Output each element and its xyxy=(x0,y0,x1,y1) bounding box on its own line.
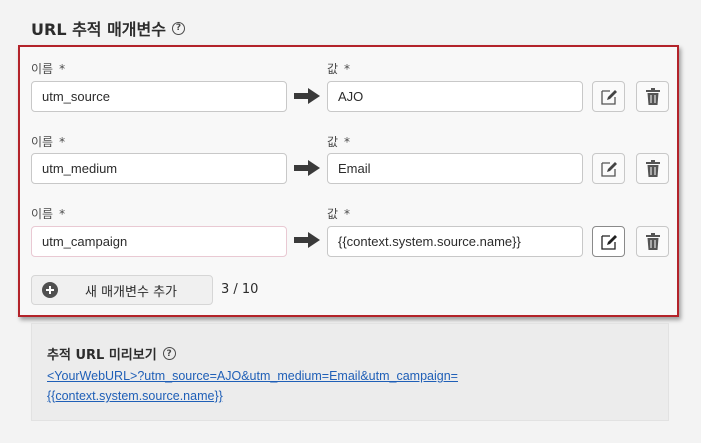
param-value-input-2[interactable]: Email xyxy=(327,153,583,184)
delete-button-1[interactable] xyxy=(636,81,669,112)
value-label-1: 값 * xyxy=(327,62,351,76)
param-value-input-3[interactable]: {{context.system.source.name}} xyxy=(327,226,583,257)
edit-button-2[interactable] xyxy=(592,153,625,184)
param-name-input-1[interactable]: utm_source xyxy=(31,81,287,112)
edit-icon xyxy=(600,161,617,177)
help-icon[interactable]: ? xyxy=(162,347,176,360)
edit-button-3[interactable] xyxy=(592,226,625,257)
preview-url-link[interactable]: <YourWebURL>?utm_source=AJO&utm_medium=E… xyxy=(47,366,517,406)
preview-url-line-2[interactable]: {{context.system.source.name}} xyxy=(47,386,517,406)
delete-button-3[interactable] xyxy=(636,226,669,257)
edit-button-1[interactable] xyxy=(592,81,625,112)
delete-button-2[interactable] xyxy=(636,153,669,184)
value-label-3: 값 * xyxy=(327,207,351,221)
trash-icon xyxy=(645,232,660,250)
preview-url-line-1[interactable]: <YourWebURL>?utm_source=AJO&utm_medium=E… xyxy=(47,366,517,386)
preview-title: 추적 URL 미리보기 ? xyxy=(47,344,176,363)
help-icon[interactable]: ? xyxy=(171,21,185,35)
trash-icon xyxy=(645,159,660,177)
arrow-right-icon xyxy=(294,160,320,176)
param-name-input-2[interactable]: utm_medium xyxy=(31,153,287,184)
name-label-1: 이름 * xyxy=(31,62,66,76)
preview-title-text: 추적 URL 미리보기 xyxy=(47,348,157,363)
arrow-right-icon xyxy=(294,88,320,104)
edit-icon xyxy=(600,234,617,250)
name-label-3: 이름 * xyxy=(31,207,66,221)
trash-icon xyxy=(645,87,660,105)
name-label-2: 이름 * xyxy=(31,135,66,149)
tracking-url-preview: 추적 URL 미리보기 ? <YourWebURL>?utm_source=AJ… xyxy=(31,323,669,421)
section-title-text: URL 추적 매개변수 xyxy=(31,20,166,39)
plus-circle-icon xyxy=(42,282,58,298)
parameter-counter: 3 / 10 xyxy=(221,282,259,297)
section-title: URL 추적 매개변수 ? xyxy=(31,16,185,40)
page: URL 추적 매개변수 ? 이름 * 값 * utm_source AJO 이름 * … xyxy=(0,0,701,443)
param-value-input-1[interactable]: AJO xyxy=(327,81,583,112)
param-name-input-3[interactable]: utm_campaign xyxy=(31,226,287,257)
add-parameter-button[interactable]: 새 매개변수 추가 xyxy=(31,275,213,305)
add-parameter-label: 새 매개변수 추가 xyxy=(85,284,177,300)
edit-icon xyxy=(600,89,617,105)
value-label-2: 값 * xyxy=(327,135,351,149)
arrow-right-icon xyxy=(294,232,320,248)
